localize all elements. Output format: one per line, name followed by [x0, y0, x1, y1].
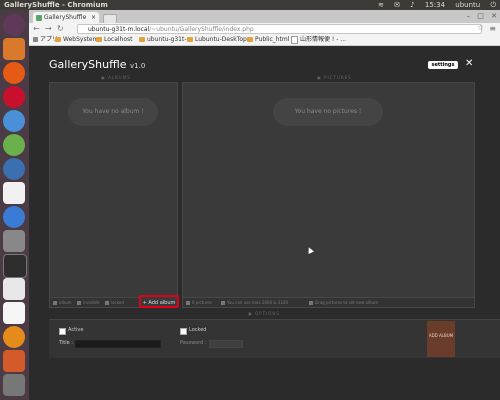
title-input[interactable] — [75, 340, 161, 348]
bookmark-star-icon[interactable]: ☆ — [477, 23, 484, 32]
minimize-icon[interactable]: – — [467, 12, 471, 20]
tab-title: GalleryShuffle — [44, 14, 87, 21]
bookmark-item[interactable]: Localhost — [96, 35, 133, 45]
mail-icon[interactable]: ✉ — [394, 1, 400, 9]
options-section-label: ▣ OPTIONS — [248, 311, 280, 316]
folder-icon — [55, 37, 61, 42]
window-controls: – □ ✕ — [462, 12, 497, 20]
add-album-button[interactable]: + Add album — [139, 295, 179, 308]
album-icon — [53, 301, 57, 305]
picture-count: 0 pictures — [186, 298, 212, 307]
close-button[interactable]: ✕ — [465, 58, 473, 69]
url-path: /~ubuntu/GalleryShuffle/index.php — [149, 26, 254, 33]
reload-icon[interactable]: ↻ — [57, 24, 64, 33]
notes-icon[interactable] — [3, 278, 25, 300]
unity-launcher — [0, 10, 29, 400]
page-icon — [291, 35, 298, 44]
tab-close-icon[interactable]: × — [91, 12, 96, 23]
app-title: GalleryShuffle v1.0 — [49, 58, 146, 71]
gallery-page: GalleryShuffle v1.0 settings ✕ ▣ ALBUMS … — [29, 46, 500, 400]
info-icon — [221, 301, 225, 305]
albums-panel: You have no album ! album invisible lock… — [49, 82, 178, 308]
trash-icon[interactable] — [3, 374, 25, 396]
disk-icon[interactable] — [3, 326, 25, 348]
bookmarks-bar: アプリ WebSystem Localhost ubuntu-g31t-m Lu… — [29, 35, 500, 46]
bookmark-item[interactable]: WebSystem — [55, 35, 98, 45]
app-version: v1.0 — [130, 62, 146, 70]
tab-galleryshuffle[interactable]: GalleryShuffle × — [33, 12, 99, 23]
text-editor-icon[interactable] — [3, 182, 25, 204]
picture-icon — [186, 301, 190, 305]
settings-button[interactable]: settings — [428, 61, 458, 69]
url-host: ubuntu-g31t-m.local — [88, 26, 150, 33]
window-title: GalleryShuffle - Chromium — [4, 1, 108, 9]
lock-icon — [105, 301, 109, 305]
tab-strip: GalleryShuffle × – □ ✕ — [29, 10, 500, 24]
terminal-icon[interactable] — [3, 254, 27, 278]
power-icon[interactable]: ⏻ — [490, 1, 496, 9]
toolbar: ← → ↻ ubuntu-g31t-m.local/~ubuntu/Galler… — [29, 23, 500, 35]
pictures-footer: 0 pictures You can use max 2000 & 3100 D… — [183, 297, 474, 307]
options-panel: Active Title : Locked Password : ADD ALB… — [49, 319, 500, 358]
opera-icon[interactable] — [3, 86, 25, 108]
drag-hint: Drag pictures to set new album — [309, 298, 378, 307]
address-bar[interactable]: ubuntu-g31t-m.local/~ubuntu/GalleryShuff… — [77, 24, 482, 34]
albums-section-label: ▣ ALBUMS — [101, 75, 131, 80]
invisible-legend-item: invisible — [77, 298, 99, 307]
locked-checkbox[interactable] — [180, 328, 187, 335]
folder-icon — [96, 37, 102, 42]
settings-app-icon[interactable] — [3, 206, 25, 228]
password-input[interactable] — [209, 340, 243, 348]
add-album-submit-button[interactable]: ADD ALBUM — [427, 321, 455, 357]
bookmark-item[interactable]: ubuntu-g31t-m — [139, 35, 192, 45]
title-label: Title : — [59, 340, 73, 346]
bookmark-item[interactable]: Public_html — [247, 35, 289, 45]
chromium-icon[interactable] — [3, 110, 25, 132]
plus-icon: + — [142, 300, 147, 306]
password-label: Password : — [180, 340, 207, 346]
favicon-icon — [36, 15, 42, 21]
window-close-icon[interactable]: ✕ — [491, 12, 497, 20]
apps-icon — [33, 37, 38, 42]
locked-label: Locked — [189, 327, 207, 333]
clock[interactable]: 15:34 — [425, 1, 445, 9]
dash-icon[interactable] — [3, 14, 25, 36]
firefox-icon[interactable] — [3, 62, 25, 84]
bookmark-item[interactable]: 山形情報便 ! - ... — [291, 35, 346, 45]
document-icon[interactable] — [3, 302, 25, 324]
locked-legend-item: locked — [105, 298, 124, 307]
folder-icon — [247, 37, 253, 42]
user-name[interactable]: ubuntu — [455, 1, 480, 9]
os-top-bar: GalleryShuffle - Chromium ≋ ✉ ♪ 15:34 ub… — [0, 0, 500, 10]
volume-icon[interactable]: ♪ — [410, 1, 414, 9]
active-label: Active — [68, 327, 84, 333]
folder-icon — [187, 37, 193, 42]
back-icon[interactable]: ← — [33, 24, 40, 33]
bookmark-item[interactable]: Lubuntu-DeskTop — [187, 35, 247, 45]
chrome-icon[interactable] — [3, 134, 25, 156]
files-icon[interactable] — [3, 38, 25, 60]
upload-limit-note: You can use max 2000 & 3100 — [221, 298, 288, 307]
thunderbird-icon[interactable] — [3, 158, 25, 180]
no-album-message: You have no album ! — [68, 98, 158, 126]
wifi-icon[interactable]: ≋ — [378, 1, 384, 9]
pictures-panel: You have no pictures ! 0 pictures You ca… — [182, 82, 475, 308]
forward-icon[interactable]: → — [45, 24, 52, 33]
update-icon[interactable] — [3, 350, 25, 372]
folder-icon — [139, 37, 145, 42]
no-pictures-message: You have no pictures ! — [273, 98, 383, 126]
system-tool-icon[interactable] — [3, 230, 25, 252]
pictures-section-label: ▣ PICTURES — [317, 75, 352, 80]
tray: ≋ ✉ ♪ 15:34 ubuntu ⏻ — [370, 0, 496, 10]
invisible-icon — [77, 301, 81, 305]
menu-icon[interactable]: ≡ — [489, 24, 496, 33]
active-checkbox[interactable] — [59, 328, 66, 335]
album-legend-item: album — [53, 298, 72, 307]
drag-icon — [309, 301, 313, 305]
maximize-icon[interactable]: □ — [477, 12, 484, 20]
